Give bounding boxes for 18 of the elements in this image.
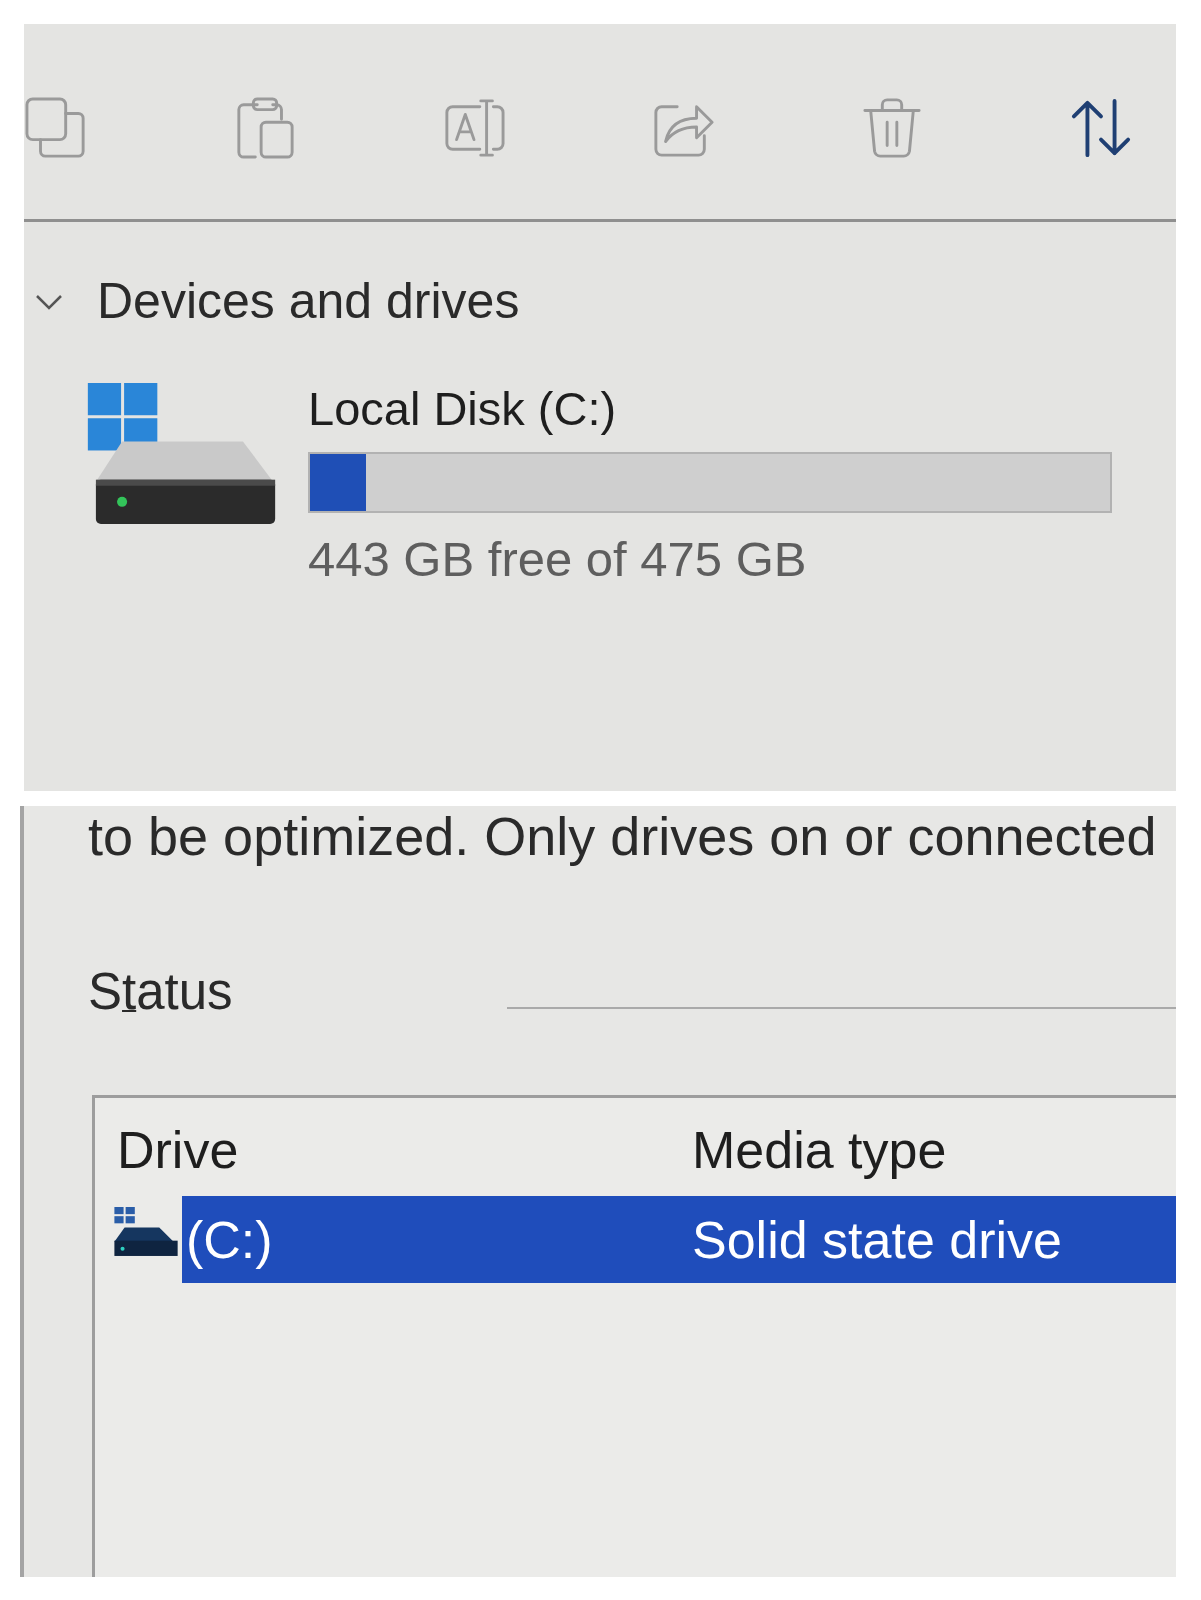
- trash-icon: [861, 97, 923, 159]
- paste-icon: [234, 97, 296, 159]
- column-header[interactable]: Drive: [117, 1120, 692, 1180]
- column-header[interactable]: Media type: [692, 1120, 947, 1180]
- description-text: to be optimized. Only drives on or connected: [87, 806, 1158, 866]
- system-drive-icon: [87, 383, 276, 526]
- table-cell-text: (C:): [185, 1209, 274, 1270]
- rename-icon: [443, 97, 505, 159]
- section-header[interactable]: Devices and drives: [36, 272, 520, 330]
- sort-button[interactable]: [1069, 96, 1133, 160]
- list-row[interactable]: (C:) Solid state drive: [182, 1196, 1176, 1283]
- status-label: Status: [88, 963, 233, 1021]
- free-space-text: 443 GB free of 475 GB: [308, 532, 807, 586]
- table-cell: Solid state drive: [692, 1209, 1062, 1270]
- sort-icon: [1070, 97, 1132, 159]
- drive-name[interactable]: Local Disk (C:): [308, 383, 617, 435]
- copy-icon: [25, 97, 87, 159]
- drive-icon: [112, 1207, 178, 1258]
